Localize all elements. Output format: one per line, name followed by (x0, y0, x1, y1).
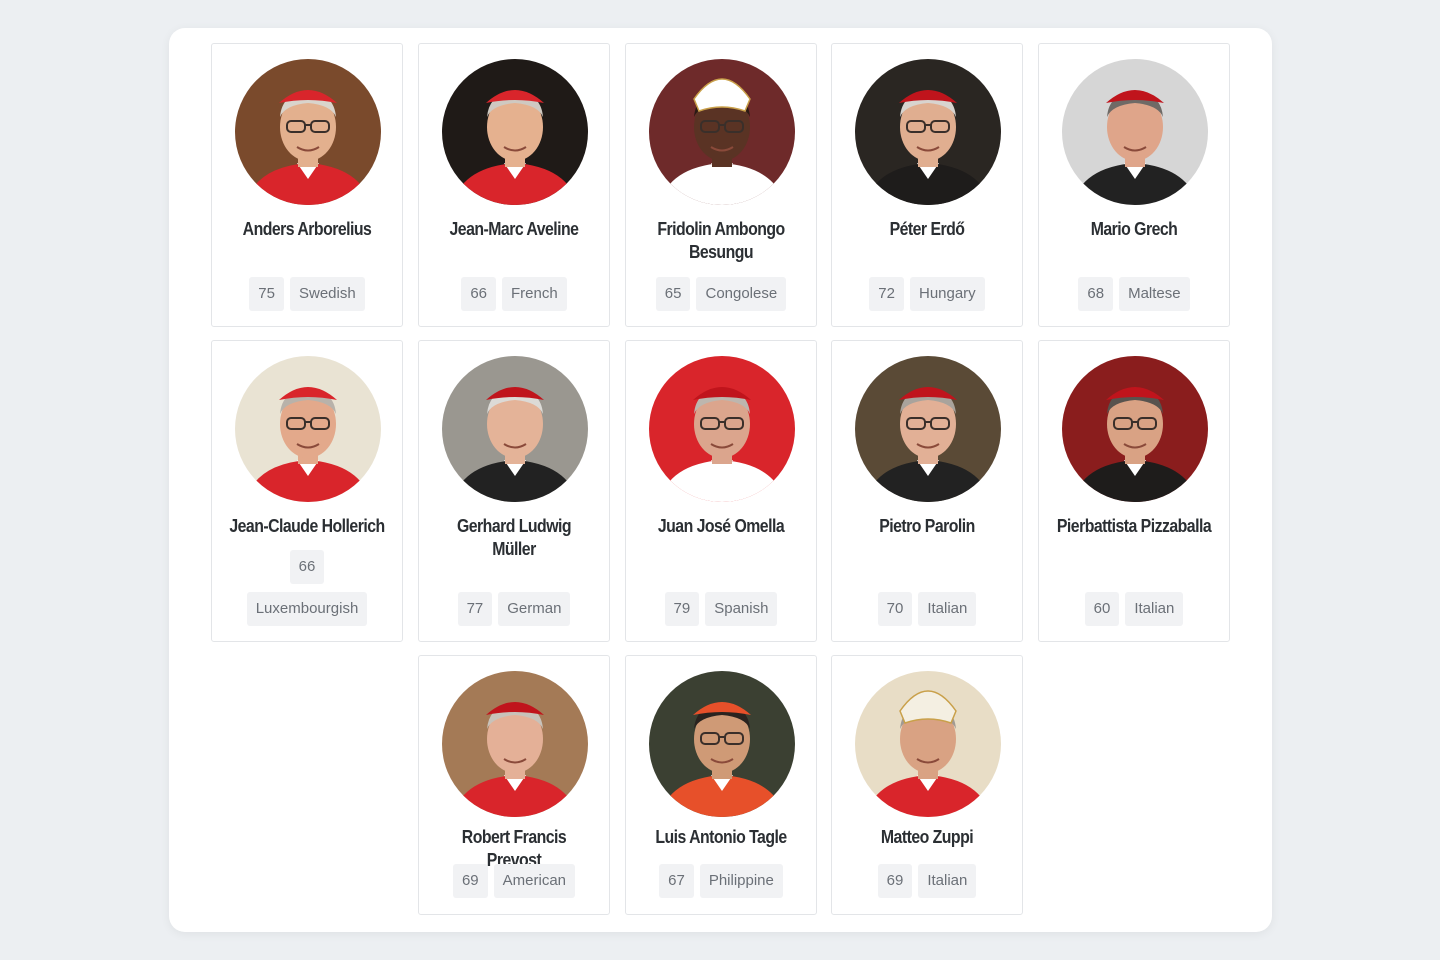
age-badge: 75 (249, 277, 284, 311)
age-badge: 65 (655, 277, 691, 311)
cardinal-card[interactable]: Mario Grech 68 Maltese (1038, 43, 1230, 327)
portrait-image (1062, 59, 1208, 205)
cardinal-name: Pietro Parolin (879, 516, 975, 536)
portrait-image (855, 59, 1001, 205)
cardinal-card[interactable]: Juan José Omella 79 Spanish (625, 340, 817, 642)
cardinal-name: Jean-Claude Hollerich (229, 516, 385, 536)
nationality-badge: Philippine (699, 864, 783, 898)
cardinal-card[interactable]: Pietro Parolin 70 Italian (831, 340, 1023, 642)
portrait-image (649, 356, 795, 502)
cardinal-photo (442, 671, 588, 817)
cardinal-photo (855, 671, 1001, 817)
nationality-badge: Italian (1125, 592, 1184, 626)
cardinal-name: Anders Arborelius (242, 219, 372, 239)
nationality-badge: Hungary (909, 277, 985, 311)
nationality-badge: Spanish (705, 592, 778, 626)
cardinal-photo (235, 59, 381, 205)
portrait-image (442, 671, 588, 817)
nationality-badge: German (498, 592, 571, 626)
nationality-badge: Swedish (289, 277, 365, 311)
cardinal-photo (442, 59, 588, 205)
cardinal-name: Pierbattista Pizzaballa (1056, 516, 1212, 536)
nationality-badge: American (493, 864, 576, 898)
cardinal-name: Fridolin Ambongo Besungu (657, 219, 785, 262)
portrait-image (235, 59, 381, 205)
age-badge: 77 (457, 592, 493, 626)
cardinal-photo (855, 356, 1001, 502)
age-badge: 69 (877, 864, 913, 898)
cardinal-photo (442, 356, 588, 502)
portrait-image (855, 671, 1001, 817)
age-badge: 69 (452, 864, 488, 898)
age-badge: 66 (461, 277, 496, 311)
nationality-badge: Maltese (1119, 277, 1190, 311)
portrait-image (442, 59, 588, 205)
portrait-image (649, 59, 795, 205)
age-badge: 70 (877, 592, 913, 626)
cardinal-card[interactable]: Gerhard Ludwig Müller 77 German (418, 340, 610, 642)
age-badge: 79 (664, 592, 700, 626)
nationality-badge: Italian (918, 592, 977, 626)
cardinal-name: Jean-Marc Aveline (449, 219, 579, 239)
age-badge: 67 (659, 864, 694, 898)
age-badge: 72 (869, 277, 904, 311)
cardinal-name: Matteo Zuppi (880, 827, 974, 847)
cardinal-card[interactable]: Anders Arborelius 75 Swedish (211, 43, 403, 327)
nationality-badge: Luxembourgish (246, 592, 368, 626)
age-badge: 68 (1078, 277, 1114, 311)
cardinal-photo (649, 671, 795, 817)
nationality-badge: Italian (918, 864, 977, 898)
cardinal-card[interactable]: Péter Erdő 72 Hungary (831, 43, 1023, 327)
cardinal-card[interactable]: Jean-Marc Aveline 66 French (418, 43, 610, 327)
portrait-image (442, 356, 588, 502)
cardinal-card[interactable]: Robert Francis Prevost 69 American (418, 655, 610, 915)
age-badge: 60 (1084, 592, 1120, 626)
portrait-image (855, 356, 1001, 502)
cardinal-card[interactable]: Matteo Zuppi 69 Italian (831, 655, 1023, 915)
cardinal-photo (649, 356, 795, 502)
portrait-image (235, 356, 381, 502)
cardinal-card[interactable]: Luis Antonio Tagle 67 Philippine (625, 655, 817, 915)
cardinal-card[interactable]: Fridolin Ambongo Besungu 65 Congolese (625, 43, 817, 327)
cardinal-name: Juan José Omella (657, 516, 785, 536)
cardinal-photo (1062, 59, 1208, 205)
cardinal-card[interactable]: Pierbattista Pizzaballa 60 Italian (1038, 340, 1230, 642)
cardinal-name: Gerhard Ludwig Müller (456, 516, 572, 559)
nationality-badge: Congolese (696, 277, 787, 311)
cardinal-card[interactable]: Jean-Claude Hollerich 66 Luxembourgish (211, 340, 403, 642)
portrait-image (649, 671, 795, 817)
cardinal-photo (855, 59, 1001, 205)
cardinal-name: Luis Antonio Tagle (655, 827, 787, 847)
cardinal-photo (235, 356, 381, 502)
cardinal-name: Mario Grech (1090, 219, 1178, 239)
cardinal-photo (649, 59, 795, 205)
cardinal-name: Péter Erdő (889, 219, 965, 239)
nationality-badge: French (502, 277, 567, 311)
portrait-image (1062, 356, 1208, 502)
age-badge: 66 (289, 550, 325, 584)
cardinal-photo (1062, 356, 1208, 502)
